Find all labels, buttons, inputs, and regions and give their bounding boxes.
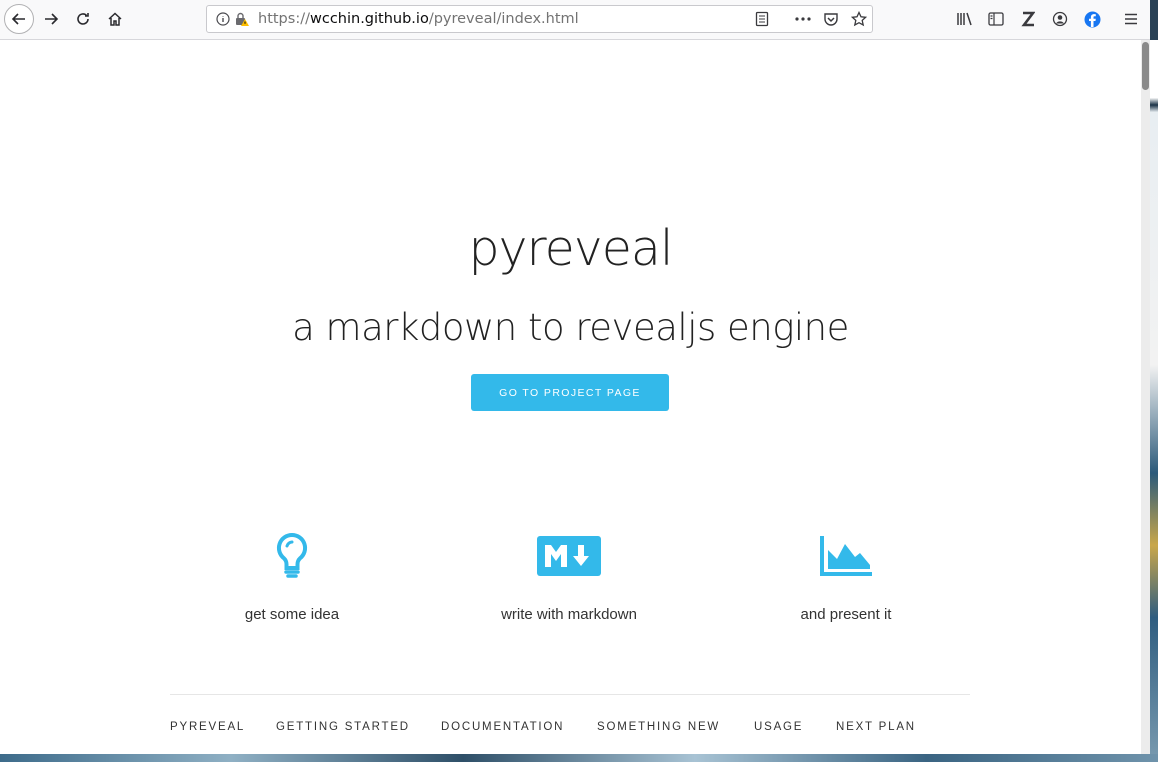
divider	[170, 694, 970, 695]
feature-label: get some idea	[244, 606, 340, 623]
browser-window: https://wcchin.github.io/pyreveal/index.…	[0, 0, 1150, 754]
sidebar-icon[interactable]	[985, 8, 1007, 30]
hamburger-menu-icon[interactable]	[1120, 8, 1142, 30]
url-bar[interactable]: https://wcchin.github.io/pyreveal/index.…	[206, 5, 873, 33]
back-button[interactable]	[4, 4, 34, 34]
back-icon	[11, 13, 25, 25]
nav-item-usage[interactable]: USAGE	[754, 721, 803, 733]
markdown-icon	[459, 526, 679, 586]
nav-item-something-new[interactable]: SOMETHING NEW	[597, 721, 720, 733]
feature-idea: get some idea	[182, 526, 402, 623]
feature-markdown: write with markdown	[459, 526, 679, 623]
forward-icon	[45, 13, 59, 25]
insecure-lock-icon[interactable]	[234, 11, 250, 27]
go-to-project-page-button[interactable]: GO TO PROJECT PAGE	[471, 374, 669, 411]
lightbulb-icon	[182, 526, 402, 586]
home-icon	[108, 12, 122, 26]
nav-item-documentation[interactable]: DOCUMENTATION	[441, 721, 564, 733]
feature-label: write with markdown	[501, 606, 637, 623]
bookmark-star-icon[interactable]	[851, 11, 867, 27]
browser-toolbar: https://wcchin.github.io/pyreveal/index.…	[0, 0, 1150, 40]
nav-item-pyreveal[interactable]: PYREVEAL	[170, 721, 245, 733]
reader-view-icon[interactable]	[754, 11, 770, 27]
area-chart-icon	[736, 526, 956, 586]
page-subtitle: a markdown to revealjs engine	[292, 306, 849, 349]
info-icon[interactable]	[215, 11, 231, 27]
nav-item-next-plan[interactable]: NEXT PLAN	[836, 721, 916, 733]
account-icon[interactable]	[1049, 8, 1071, 30]
nav-item-getting-started[interactable]: GETTING STARTED	[276, 721, 410, 733]
page-actions-icon[interactable]	[795, 11, 811, 27]
url-path: /pyreveal/index.html	[428, 11, 579, 27]
pocket-icon[interactable]	[823, 11, 839, 27]
reload-icon	[77, 13, 89, 25]
library-icon[interactable]	[954, 8, 976, 30]
feature-present: and present it	[736, 526, 956, 623]
feature-label: and present it	[800, 606, 892, 623]
page-title: pyreveal	[468, 220, 673, 277]
facebook-icon[interactable]	[1081, 8, 1103, 30]
desktop-background-bottom	[0, 754, 1158, 762]
zotero-icon[interactable]	[1017, 8, 1039, 30]
home-button[interactable]	[102, 6, 128, 32]
url-scheme: https://	[258, 11, 310, 27]
url-text[interactable]: https://wcchin.github.io/pyreveal/index.…	[258, 11, 579, 27]
url-host: wcchin.github.io	[309, 11, 429, 27]
scrollbar-thumb[interactable]	[1142, 42, 1149, 90]
forward-button[interactable]	[38, 6, 64, 32]
reload-button[interactable]	[70, 6, 96, 32]
page-content: pyreveal a markdown to revealjs engine G…	[0, 40, 1141, 754]
scrollbar[interactable]	[1141, 40, 1150, 754]
